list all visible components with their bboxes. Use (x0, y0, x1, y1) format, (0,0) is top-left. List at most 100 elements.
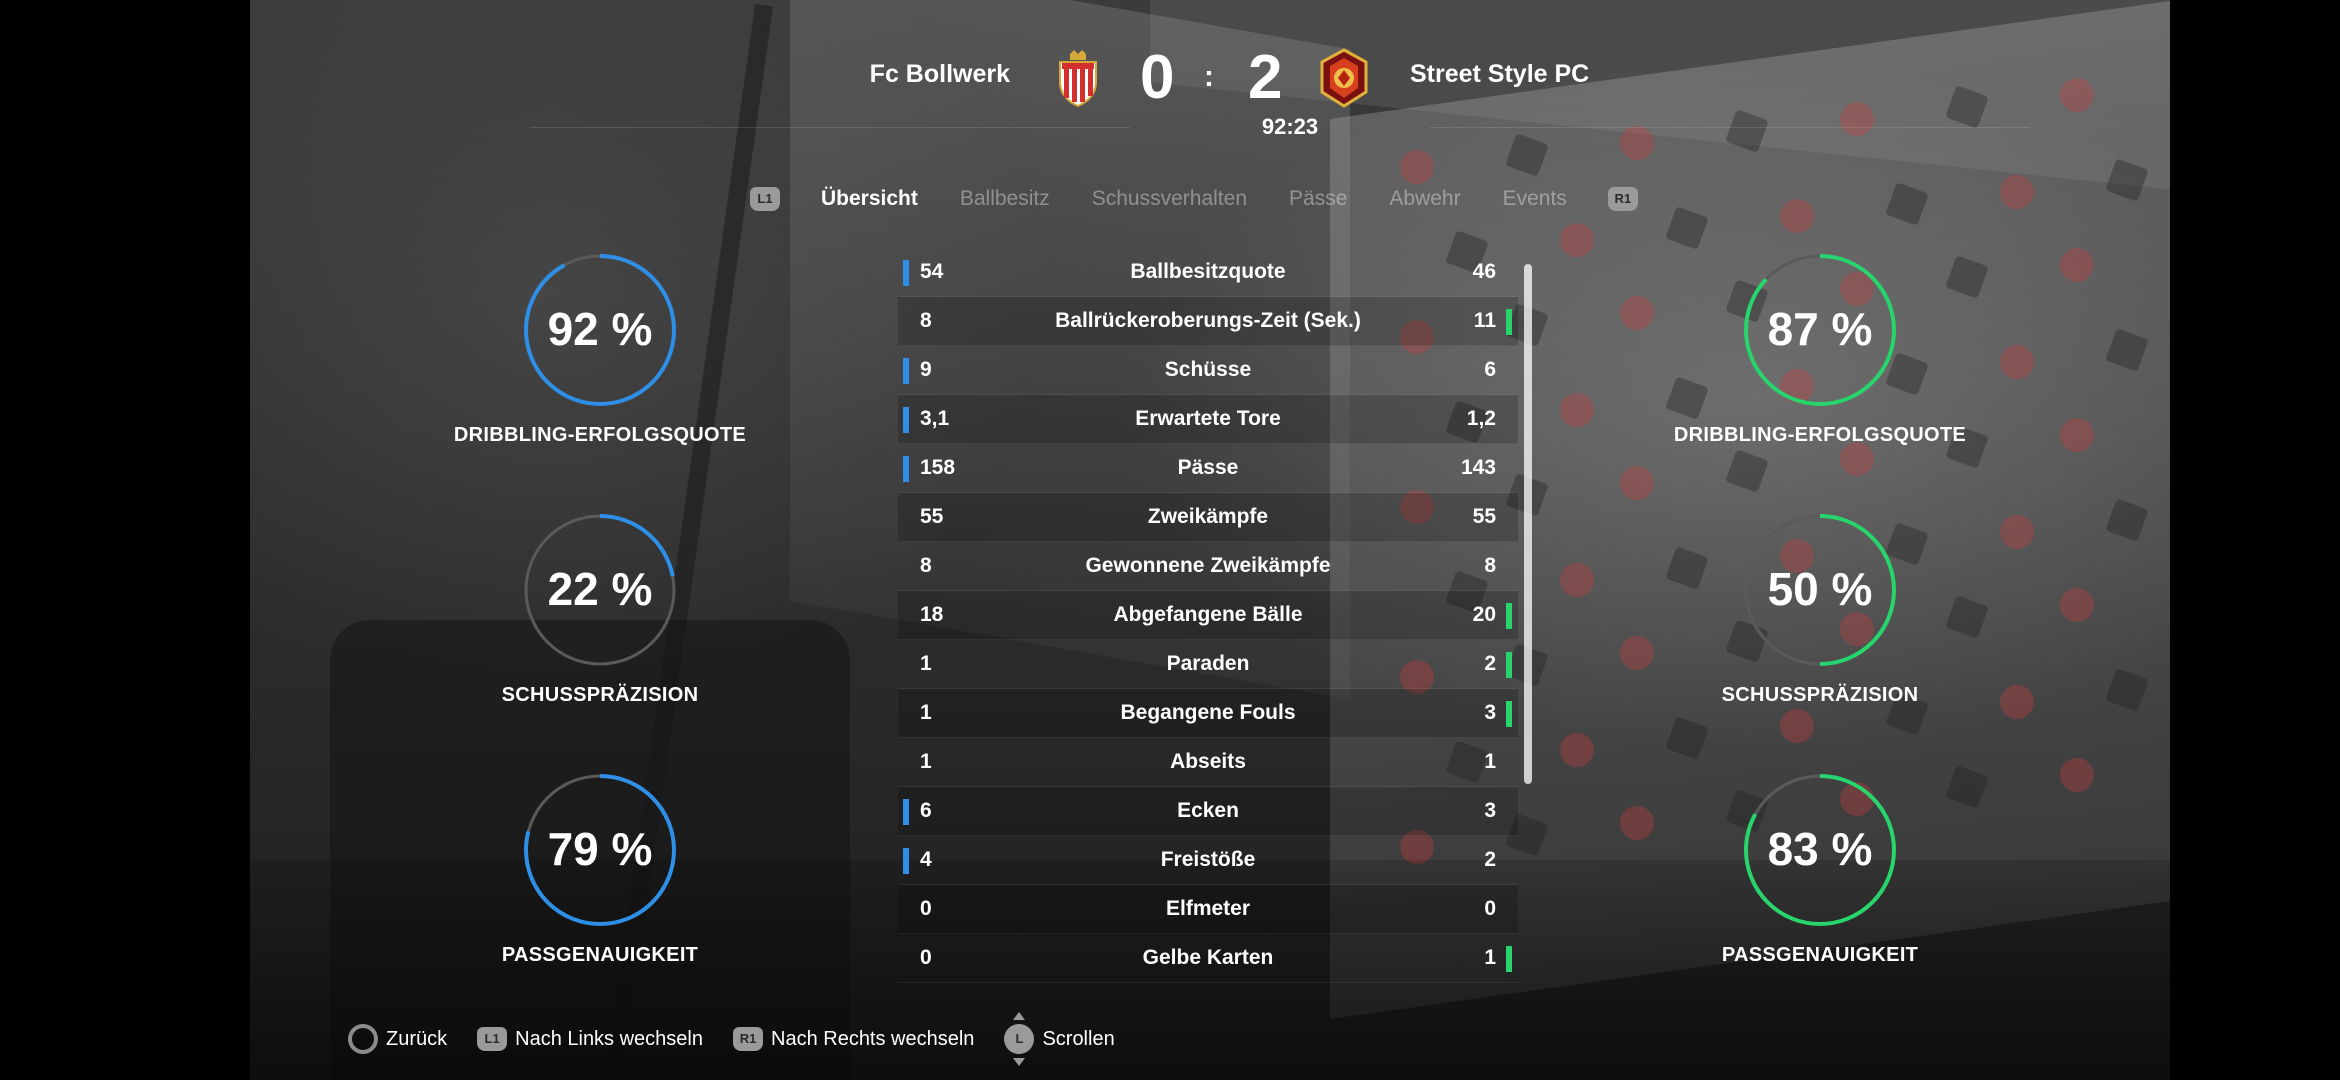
stats-scrollbar[interactable] (1524, 264, 1532, 784)
r1-button-icon: R1 (733, 1027, 763, 1051)
home-crest-icon (1059, 50, 1097, 108)
away-value: 3 (1484, 799, 1496, 822)
gauge-label: PASSGENAUIGKEIT (1721, 944, 1919, 966)
background-wall-logo (1780, 199, 1814, 233)
score-separator: : (1204, 60, 1214, 93)
background-wall-logo (2060, 418, 2094, 452)
stat-name: Ballbesitzquote (1130, 260, 1286, 283)
match-stats-table: 54 Ballbesitzquote 46 8 Ballrückeroberungs-Z… (898, 248, 1518, 983)
stat-row: 8 Ballrückeroberungs-Zeit (Sek.) 11 (898, 297, 1518, 346)
away-value: 8 (1484, 554, 1496, 577)
back-hint[interactable]: Zurück (348, 1024, 447, 1054)
background-wall-logo (2060, 758, 2094, 792)
away-value: 20 (1472, 603, 1496, 626)
tab-schussverhalten[interactable]: Schussverhalten (1092, 187, 1247, 211)
match-clock: 92:23 (1261, 114, 1319, 139)
stat-name: Schüsse (1164, 358, 1252, 381)
stat-name: Gewonnene Zweikämpfe (1085, 554, 1331, 577)
stat-name: Gelbe Karten (1142, 946, 1274, 969)
gauge-value: 79 % (547, 823, 653, 875)
left-stick-icon: L (1004, 1012, 1035, 1066)
stat-name: Zweikämpfe (1147, 505, 1269, 528)
stat-name: Ballrückeroberungs-Zeit (Sek.) (1055, 309, 1361, 332)
stat-name: Pässe (1177, 456, 1239, 479)
gauge-label: DRIBBLING-ERFOLGSQUOTE (453, 424, 747, 446)
away-team-name: Street Style PC (1410, 60, 1590, 88)
away-value: 3 (1484, 701, 1496, 724)
gauge-value: 87 % (1767, 303, 1873, 355)
scroll-hint[interactable]: L Scrollen (1004, 1012, 1115, 1066)
away-value: 0 (1484, 897, 1496, 920)
away-score: 2 (1248, 43, 1283, 112)
background-wall-logo (1620, 466, 1654, 500)
background-wall-logo (1840, 442, 1874, 476)
stat-name: Elfmeter (1165, 897, 1251, 920)
switch-left-label: Nach Links wechseln (515, 1027, 703, 1050)
stat-gauge: 50 % SCHUSSPRÄZISION (1640, 510, 2000, 707)
switch-right-hint[interactable]: R1 Nach Rechts wechseln (733, 1027, 974, 1051)
stat-name: Begangene Fouls (1120, 701, 1296, 724)
background-wall-logo (2060, 248, 2094, 282)
circle-button-icon (348, 1024, 378, 1054)
background-wall-logo (1560, 393, 1594, 427)
away-value: 1 (1484, 750, 1496, 773)
gauge-label: SCHUSSPRÄZISION (501, 684, 699, 706)
tab-abwehr[interactable]: Abwehr (1389, 187, 1460, 211)
away-value: 1,2 (1466, 407, 1496, 430)
scroll-label: Scrollen (1042, 1027, 1115, 1050)
stat-name: Abseits (1170, 750, 1246, 773)
background-wall-logo (1400, 150, 1434, 184)
stat-row: 3,1 Erwartete Tore 1,2 (898, 395, 1518, 444)
away-value: 1 (1484, 946, 1496, 969)
tab-uebersicht[interactable]: Übersicht (821, 187, 918, 211)
gauge-value: 83 % (1767, 823, 1873, 875)
gauge-label: PASSGENAUIGKEIT (501, 944, 699, 966)
background-wall-logo (1560, 733, 1594, 767)
stat-row: 1 Paraden 2 (898, 640, 1518, 689)
away-value: 143 (1460, 456, 1496, 479)
switch-left-hint[interactable]: L1 Nach Links wechseln (477, 1027, 703, 1051)
away-crest-icon (1320, 48, 1368, 108)
stat-row: 0 Elfmeter 0 (898, 885, 1518, 934)
game-screen: Fc Bollwerk 0 : 2 Street Style PC 92:23 … (250, 0, 2170, 1080)
tab-ballbesitz[interactable]: Ballbesitz (960, 187, 1050, 211)
l1-shoulder-button-icon[interactable]: L1 (750, 187, 780, 211)
gauge-value: 50 % (1767, 563, 1873, 615)
stats-tab-bar: L1 Übersicht Ballbesitz Schussverhalten … (750, 184, 1638, 214)
tab-paesse[interactable]: Pässe (1289, 187, 1347, 211)
stat-row: 4 Freistöße 2 (898, 836, 1518, 885)
stat-row: 55 Zweikämpfe 55 (898, 493, 1518, 542)
background-wall-logo (1560, 223, 1594, 257)
background-wall-logo (2060, 78, 2094, 112)
stat-name: Erwartete Tore (1135, 407, 1281, 430)
stat-gauge: 92 % DRIBBLING-ERFOLGSQUOTE (420, 250, 780, 447)
gauge-label: SCHUSSPRÄZISION (1721, 684, 1919, 706)
stat-name: Ecken (1177, 799, 1239, 822)
stat-row: 18 Abgefangene Bälle 20 (898, 591, 1518, 640)
gauge-value: 22 % (547, 563, 653, 615)
gauge-label: DRIBBLING-ERFOLGSQUOTE (1673, 424, 1967, 446)
r1-shoulder-button-icon[interactable]: R1 (1607, 187, 1638, 211)
background-wall-logo (1780, 709, 1814, 743)
away-value: 55 (1472, 505, 1496, 528)
background-wall-logo (2000, 345, 2034, 379)
stat-row: 9 Schüsse 6 (898, 346, 1518, 395)
background-wall-logo (2000, 175, 2034, 209)
background-wall-logo (2060, 588, 2094, 622)
tab-events[interactable]: Events (1503, 187, 1567, 211)
stat-name: Abgefangene Bälle (1113, 603, 1303, 626)
stat-row: 1 Abseits 1 (898, 738, 1518, 787)
away-value: 46 (1472, 260, 1496, 283)
away-value: 2 (1484, 652, 1496, 675)
stat-row: 6 Ecken 3 (898, 787, 1518, 836)
back-label: Zurück (386, 1027, 448, 1050)
stat-row: 8 Gewonnene Zweikämpfe 8 (898, 542, 1518, 591)
away-value: 2 (1484, 848, 1496, 871)
away-value: 11 (1473, 309, 1496, 332)
switch-right-label: Nach Rechts wechseln (771, 1027, 975, 1050)
home-score: 0 (1140, 43, 1175, 112)
stat-row: 0 Gelbe Karten 1 (898, 934, 1518, 983)
away-value: 6 (1484, 358, 1496, 381)
stat-gauge: 79 % PASSGENAUIGKEIT (420, 770, 780, 967)
stat-row: 1 Begangene Fouls 3 (898, 689, 1518, 738)
